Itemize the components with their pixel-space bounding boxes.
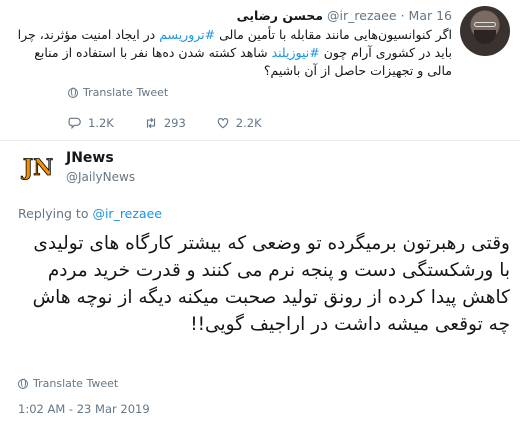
globe-icon (68, 87, 78, 98)
reply-count: 1.2K (88, 116, 114, 130)
reply-author-handle[interactable]: @JailyNews (66, 170, 135, 184)
jnews-logo-avatar[interactable]: JN (18, 154, 58, 180)
author-display-name[interactable]: محسن رضایی (237, 8, 323, 23)
avatar-beard (474, 30, 496, 44)
translate-label: Translate Tweet (83, 86, 169, 99)
reply-author-name[interactable]: JNews (66, 150, 114, 166)
retweet-count: 293 (163, 116, 186, 130)
heart-icon (217, 118, 229, 129)
retweet-icon (146, 117, 155, 129)
tweet-divider (0, 140, 520, 141)
hashtag-link[interactable]: #نیوزیلند (272, 45, 320, 60)
reply-timestamp[interactable]: 1:02 AM - 23 Mar 2019 (18, 402, 150, 416)
avatar-glasses (474, 22, 496, 27)
retweet-button[interactable]: 293 (144, 116, 186, 130)
reply-button[interactable]: 1.2K (68, 116, 114, 130)
translate-tweet-link[interactable]: Translate Tweet (68, 86, 168, 99)
original-tweet-header: محسن رضایی @ir_rezaee · Mar 16 (237, 8, 452, 23)
reply-translate-tweet-link[interactable]: Translate Tweet (18, 377, 118, 390)
reply-icon (68, 117, 81, 130)
translate-label: Translate Tweet (33, 377, 119, 390)
header-separator: · (400, 8, 405, 23)
reply-tweet-text: وقتی رهبرتون برمیگرده تو وضعی که بیشتر ک… (32, 233, 510, 335)
tweet-text-segment: اگر کنوانسیون‌هایی مانند مقابله با تأمین… (215, 27, 452, 42)
logo-text: JN (21, 155, 54, 180)
like-count: 2.2K (235, 116, 262, 130)
replying-to-handle[interactable]: @ir_rezaee (92, 206, 162, 221)
tweet-actions: 1.2K 293 2.2K (68, 116, 262, 130)
like-button[interactable]: 2.2K (216, 116, 262, 130)
original-tweet-text: اگر کنوانسیون‌هایی مانند مقابله با تأمین… (12, 26, 452, 80)
author-avatar[interactable] (460, 6, 510, 56)
author-handle[interactable]: @ir_rezaee (327, 8, 397, 23)
hashtag-link[interactable]: #تروریسم (159, 27, 215, 42)
tweet-date[interactable]: Mar 16 (409, 8, 452, 23)
replying-to-prefix: Replying to (18, 206, 93, 221)
original-tweet: محسن رضایی @ir_rezaee · Mar 16 اگر کنوان… (0, 0, 520, 140)
replying-to-line: Replying to @ir_rezaee (18, 206, 162, 221)
globe-icon (18, 378, 28, 389)
